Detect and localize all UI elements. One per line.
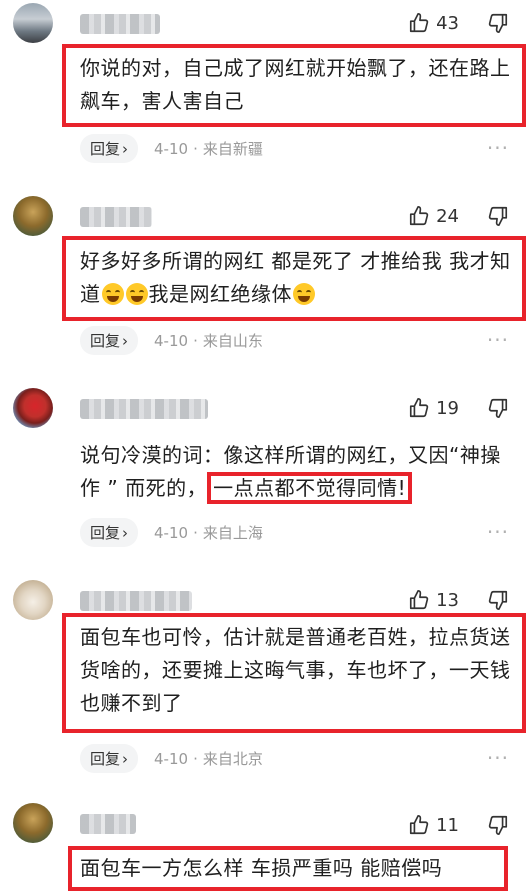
dislike-button[interactable] [487, 12, 509, 34]
comment-text: 好多好多所谓的网红 都是死了 才推给我 我才知道 我是网红绝缘体 [80, 245, 512, 311]
chevron-right-icon: › [122, 139, 129, 158]
comment-text: 说句冷漠的词：像这样所谓的网红，又因“神操作 ” 而死的， 一点点都不觉得同情! [80, 439, 510, 505]
like-count: 19 [436, 397, 459, 419]
reply-button[interactable]: 回复 › [80, 134, 139, 163]
laugh-cry-emoji-icon [293, 283, 315, 305]
comment-meta: 回复 › 4-10 · 来自新疆 [80, 134, 263, 163]
thumbs-down-icon [488, 206, 508, 226]
comment-date: 4-10 [154, 331, 189, 350]
thumbs-down-icon [488, 13, 508, 33]
thumbs-up-icon [410, 815, 429, 835]
separator-dot: · [193, 523, 198, 542]
reply-label: 回复 [90, 140, 121, 158]
comment-date: 4-10 [154, 749, 189, 768]
separator-dot: · [193, 139, 198, 158]
more-dots-icon[interactable]: ··· [487, 136, 509, 160]
avatar[interactable] [13, 388, 53, 428]
more-dots-icon[interactable]: ··· [487, 520, 509, 544]
thumbs-down-icon [488, 398, 508, 418]
username-blurred[interactable] [80, 814, 136, 834]
avatar[interactable] [13, 3, 53, 43]
thumbs-up-icon [410, 398, 429, 418]
more-dots-icon[interactable]: ··· [487, 746, 509, 770]
username-blurred[interactable] [80, 399, 208, 419]
dislike-button[interactable] [487, 589, 509, 611]
thumbs-up-icon [410, 13, 429, 33]
thumbs-up-icon [410, 206, 429, 226]
chevron-right-icon: › [122, 331, 129, 350]
avatar[interactable] [13, 196, 53, 236]
thumbs-down-icon [488, 590, 508, 610]
thumbs-down-icon [488, 815, 508, 835]
comment-item: 43 你说的对，自己成了网红就开始飘了，还在路上飙车，害人害自己 回复 › 4-1… [0, 0, 527, 180]
comment-item: 24 好多好多所谓的网红 都是死了 才推给我 我才知道 我是网红绝缘体 回复 › 4… [0, 193, 527, 373]
like-count: 24 [436, 205, 459, 227]
like-count: 11 [436, 814, 459, 836]
dislike-button[interactable] [487, 397, 509, 419]
like-button[interactable]: 43 [408, 12, 459, 34]
comment-meta: 回复 › 4-10 · 来自北京 [80, 744, 263, 773]
like-button[interactable]: 13 [408, 589, 459, 611]
avatar[interactable] [13, 580, 53, 620]
avatar[interactable] [13, 803, 53, 843]
comment-item: 19 说句冷漠的词：像这样所谓的网红，又因“神操作 ” 而死的， 一点点都不觉得同… [0, 385, 527, 565]
reply-button[interactable]: 回复 › [80, 744, 139, 773]
comment-text: 面包车一方怎么样 车损严重吗 能赔偿吗 [80, 856, 443, 880]
username-blurred[interactable] [80, 591, 192, 611]
more-dots-icon[interactable]: ··· [487, 328, 509, 352]
separator-dot: · [193, 331, 198, 350]
comment-text-part2: 我是网红绝缘体 [148, 282, 292, 306]
comment-location: 来自北京 [202, 750, 263, 768]
comment-item: 13 面包车也可怜，估计就是普通老百姓，拉点货送货啥的，还要摊上这晦气事，车也坏… [0, 577, 527, 787]
comment-text: 面包车也可怜，估计就是普通老百姓，拉点货送货啥的，还要摊上这晦气事，车也坏了，一… [80, 625, 511, 715]
like-count: 43 [436, 12, 459, 34]
comment-date: 4-10 [154, 139, 189, 158]
comment-location: 来自新疆 [202, 140, 263, 158]
comment-text: 你说的对，自己成了网红就开始飘了，还在路上飙车，害人害自己 [80, 56, 511, 113]
thumbs-up-icon [410, 590, 429, 610]
username-blurred[interactable] [80, 14, 160, 34]
reply-label: 回复 [90, 524, 121, 542]
comment-location: 来自山东 [202, 332, 263, 350]
chevron-right-icon: › [122, 749, 129, 768]
comment-location: 来自上海 [202, 524, 263, 542]
reply-button[interactable]: 回复 › [80, 518, 139, 547]
like-count: 13 [436, 589, 459, 611]
like-button[interactable]: 19 [408, 397, 459, 419]
like-button[interactable]: 24 [408, 205, 459, 227]
laugh-cry-emoji-icon [125, 283, 148, 305]
comment-meta: 回复 › 4-10 · 来自山东 [80, 326, 263, 355]
chevron-right-icon: › [122, 523, 129, 542]
highlight-box-inline: 一点点都不觉得同情! [207, 472, 413, 504]
dislike-button[interactable] [487, 205, 509, 227]
like-button[interactable]: 11 [408, 814, 459, 836]
dislike-button[interactable] [487, 814, 509, 836]
separator-dot: · [193, 749, 198, 768]
reply-label: 回复 [90, 332, 121, 350]
laugh-cry-emoji-icon [101, 283, 124, 305]
comment-item: 11 面包车一方怎么样 车损严重吗 能赔偿吗 [0, 800, 527, 893]
reply-button[interactable]: 回复 › [80, 326, 139, 355]
comment-date: 4-10 [154, 523, 189, 542]
comment-meta: 回复 › 4-10 · 来自上海 [80, 518, 263, 547]
username-blurred[interactable] [80, 207, 152, 227]
reply-label: 回复 [90, 750, 121, 768]
